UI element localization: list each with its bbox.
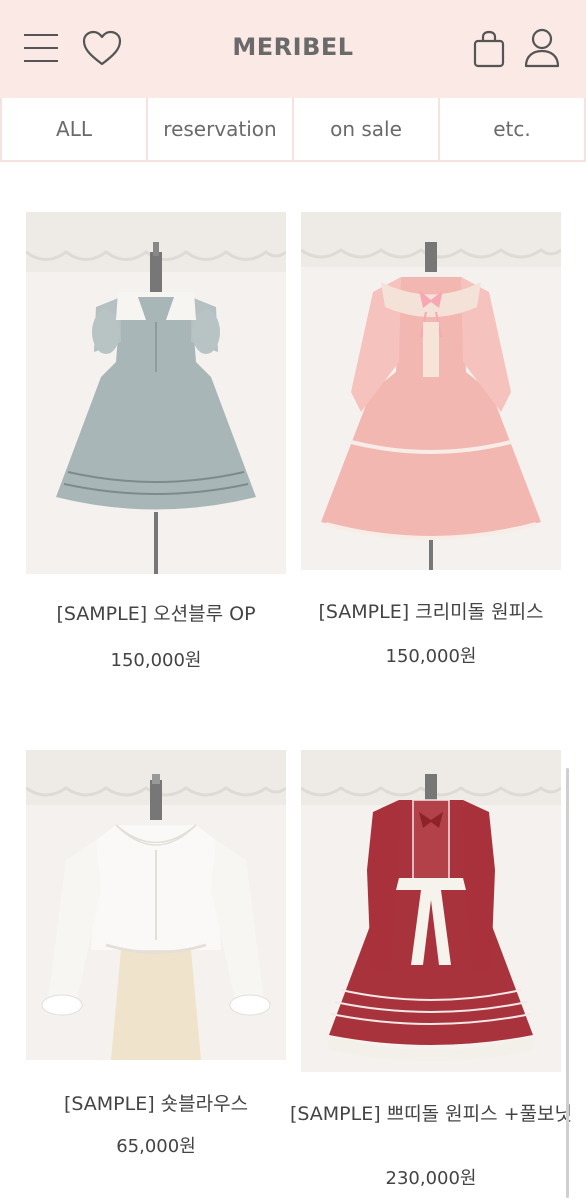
product-image-red-dress[interactable] [301, 750, 561, 1072]
product-name[interactable]: [SAMPLE] 쁘띠돌 원피스 +풀보닛 [281, 1102, 581, 1126]
tab-etc[interactable]: etc. [438, 98, 586, 160]
top-header: MERIBEL [0, 0, 586, 98]
category-tabs: ALL reservation on sale etc. [0, 98, 586, 162]
product-name[interactable]: [SAMPLE] 오션블루 OP [6, 602, 306, 626]
shopping-bag-icon[interactable] [472, 30, 506, 68]
scrollbar[interactable] [566, 768, 569, 1198]
product-name[interactable]: [SAMPLE] 크리미돌 원피스 [281, 600, 581, 624]
product-price: 150,000원 [385, 646, 477, 667]
product-image-white-blouse[interactable] [26, 750, 286, 1060]
user-icon[interactable] [524, 28, 560, 68]
product-price: 65,000원 [116, 1136, 196, 1157]
product-price: 150,000원 [110, 650, 202, 671]
product-image-pink-dress[interactable] [301, 212, 561, 570]
tab-all[interactable]: ALL [0, 98, 146, 160]
tab-reservation[interactable]: reservation [146, 98, 292, 160]
product-name[interactable]: [SAMPLE] 숏블라우스 [6, 1092, 306, 1116]
tab-on-sale[interactable]: on sale [292, 98, 438, 160]
product-image-blue-dress[interactable] [26, 212, 286, 574]
product-price: 230,000원 [385, 1168, 477, 1189]
